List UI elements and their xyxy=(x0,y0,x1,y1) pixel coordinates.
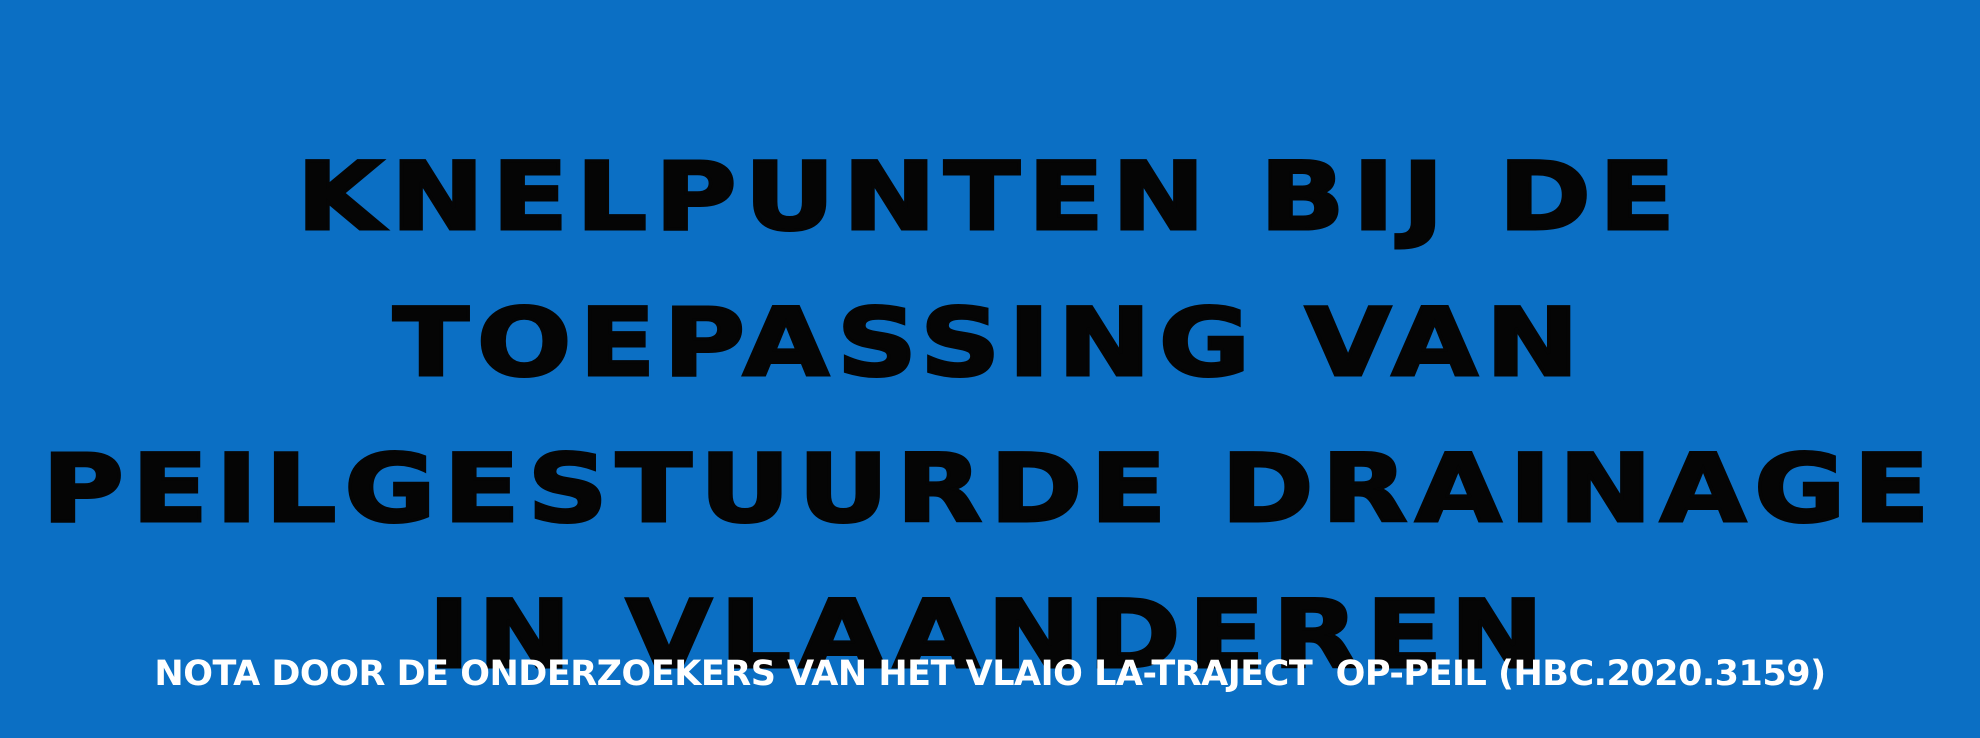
title-line-1: KNELPUNTEN BIJ DE xyxy=(295,141,1684,253)
title-banner: KNELPUNTEN BIJ DE TOEPASSING VAN PEILGES… xyxy=(0,0,1980,738)
title-line-2: TOEPASSING VAN xyxy=(391,287,1587,399)
page-title: KNELPUNTEN BIJ DE TOEPASSING VAN PEILGES… xyxy=(0,125,1980,709)
subtitle: NOTA DOOR DE ONDERZOEKERS VAN HET VLAIO … xyxy=(154,654,1826,694)
title-line-3: PEILGESTUURDE DRAINAGE xyxy=(41,433,1938,545)
